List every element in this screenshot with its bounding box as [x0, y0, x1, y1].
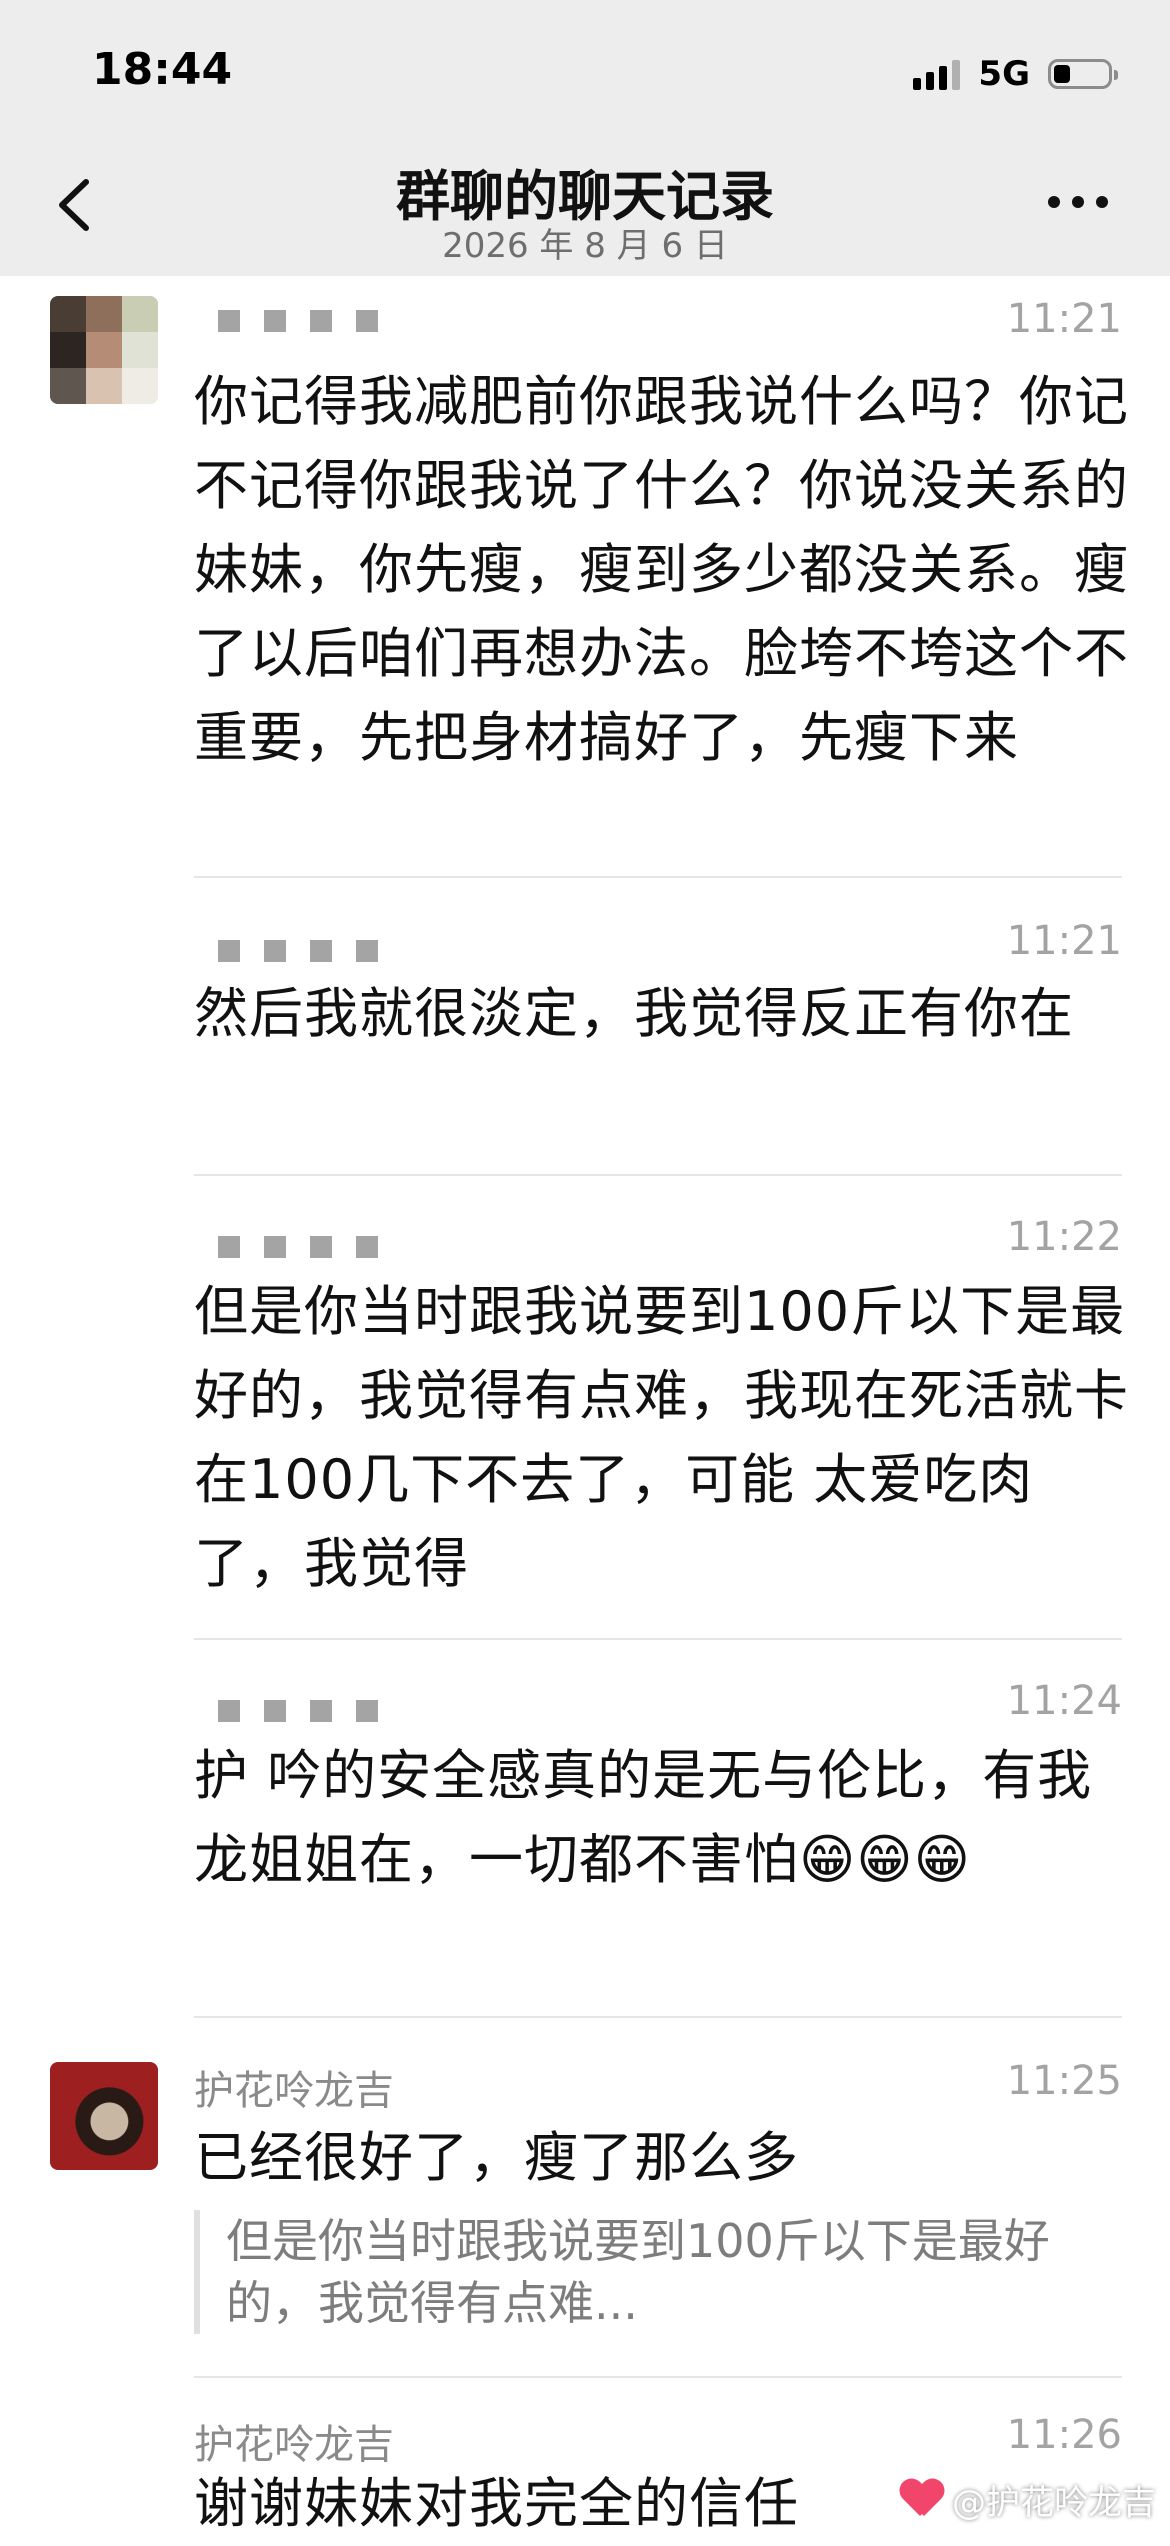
- sender-name: [194, 310, 378, 332]
- sender-name: 护花呤龙吉: [194, 2068, 394, 2114]
- message-time: 11:24: [1006, 1678, 1122, 1724]
- message-time: 11:25: [1006, 2058, 1122, 2104]
- sender-name: [194, 940, 378, 962]
- message-time: 11:21: [1006, 296, 1122, 342]
- signal-icon: [913, 58, 961, 90]
- heart-icon: [900, 2480, 944, 2520]
- message-time: 11:26: [1006, 2412, 1122, 2458]
- avatar: [50, 2062, 158, 2170]
- status-time: 18:44: [92, 44, 233, 95]
- sender-name: [194, 1236, 378, 1258]
- avatar: [50, 296, 158, 404]
- network-type: 5G: [978, 54, 1030, 94]
- message-time: 11:22: [1006, 1214, 1122, 1260]
- more-icon[interactable]: [1048, 196, 1108, 208]
- battery-icon: [1048, 59, 1118, 89]
- watermark: @护花呤龙吉: [900, 2475, 1156, 2524]
- message-text: 你记得我减肥前你跟我说什么吗？你记不记得你跟我说了什么？你说没关系的妹妹，你先瘦…: [194, 370, 1129, 769]
- message-text: 然后我就很淡定，我觉得反正有你在: [194, 982, 1074, 1045]
- divider: [194, 1174, 1122, 1176]
- status-icons: 5G: [913, 52, 1118, 96]
- message-text: 已经很好了，瘦了那么多: [194, 2126, 799, 2189]
- divider: [194, 2376, 1122, 2378]
- page-date: 2026 年 8 月 6 日: [442, 226, 728, 266]
- message-text: 护 吟的安全感真的是无与伦比，有我龙姐姐在，一切都不害怕😁😁😁: [194, 1744, 1093, 1891]
- divider: [194, 1638, 1122, 1640]
- message-time: 11:21: [1006, 918, 1122, 964]
- sender-name: [194, 1700, 378, 1722]
- message-text: 但是你当时跟我说要到100斤以下是最好的，我觉得有点难，我现在死活就卡在100几…: [194, 1280, 1129, 1595]
- quoted-message: 但是你当时跟我说要到100斤以下是最好的，我觉得有点难...: [194, 2210, 1138, 2334]
- chat-header: 18:44 5G 群聊的聊天记录 2026 年 8 月 6 日: [0, 0, 1170, 276]
- divider: [194, 876, 1122, 878]
- divider: [194, 2016, 1122, 2018]
